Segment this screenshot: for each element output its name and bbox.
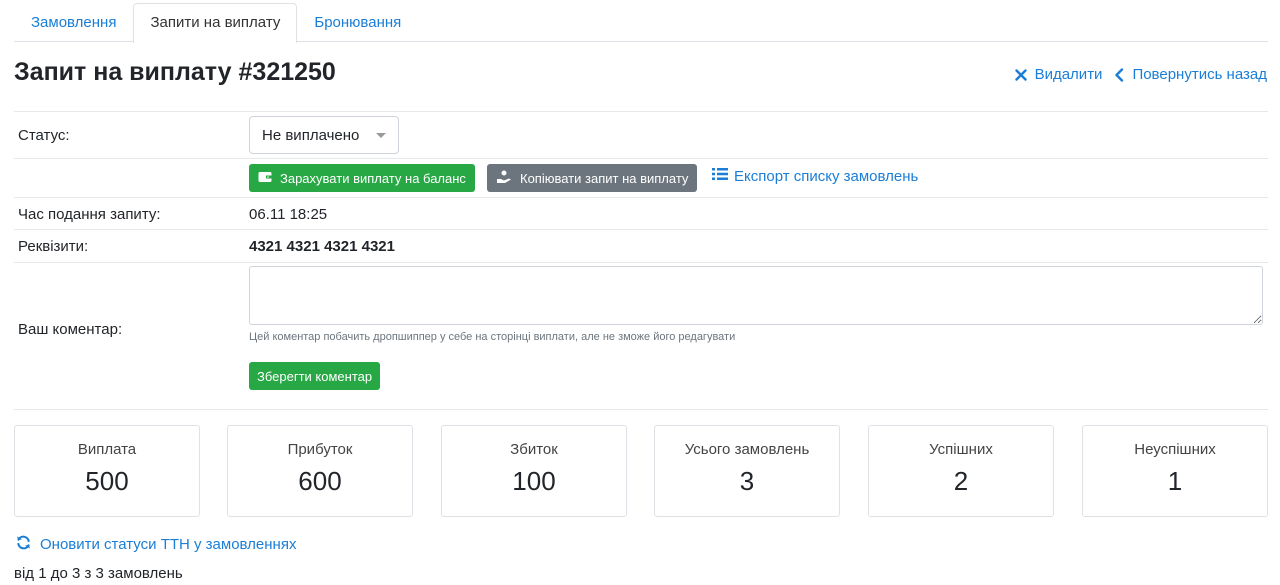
status-select[interactable]: Не виплачено bbox=[249, 116, 399, 154]
wallet-icon bbox=[258, 171, 272, 186]
status-selected-value: Не виплачено bbox=[262, 126, 360, 144]
page-title: Запит на виплату #321250 bbox=[14, 58, 336, 86]
caret-down-icon bbox=[376, 132, 386, 138]
list-icon bbox=[712, 167, 728, 185]
chevron-left-icon bbox=[1114, 67, 1124, 82]
stat-label: Виплата bbox=[77, 441, 137, 458]
copy-label: Копіювати запит на виплату bbox=[520, 170, 689, 186]
stat-card-profit: Прибуток 600 bbox=[227, 425, 413, 517]
close-icon bbox=[1014, 68, 1027, 81]
tab-orders[interactable]: Замовлення bbox=[14, 3, 133, 42]
stat-value: 2 bbox=[953, 466, 969, 496]
request-time-label: Час подання запиту: bbox=[18, 206, 161, 223]
back-label: Повернутись назад bbox=[1132, 66, 1267, 83]
stat-label: Збиток bbox=[510, 441, 558, 458]
divider bbox=[14, 229, 1268, 230]
requisites-label: Реквізити: bbox=[18, 238, 89, 255]
header-actions: Видалити Повернутись назад bbox=[1014, 66, 1267, 83]
refresh-icon bbox=[16, 535, 31, 554]
stat-card-unsuccessful: Неуспішних 1 bbox=[1082, 425, 1268, 517]
stat-label: Усього замовлень bbox=[684, 441, 810, 458]
stat-label: Прибуток bbox=[287, 441, 353, 458]
stat-label: Неуспішних bbox=[1134, 441, 1216, 458]
save-comment-button[interactable]: Зберегти коментар bbox=[249, 362, 381, 390]
back-button[interactable]: Повернутись назад bbox=[1114, 66, 1267, 83]
divider bbox=[14, 262, 1268, 263]
stat-label: Успішних bbox=[929, 441, 993, 458]
comment-textarea[interactable] bbox=[249, 266, 1263, 325]
pagination-summary: від 1 до 3 з 3 замовлень bbox=[14, 565, 183, 582]
divider bbox=[14, 409, 1268, 410]
refresh-ttn-statuses-link[interactable]: Оновити статуси ТТН у замовленнях bbox=[16, 535, 296, 554]
stat-card-total-orders: Усього замовлень 3 bbox=[654, 425, 840, 517]
stat-card-successful: Успішних 2 bbox=[868, 425, 1054, 517]
delete-label: Видалити bbox=[1034, 66, 1103, 83]
tab-bookings[interactable]: Бронювання bbox=[297, 3, 418, 42]
divider bbox=[14, 111, 1268, 112]
stat-value: 3 bbox=[739, 466, 755, 496]
requisites-value: 4321 4321 4321 4321 bbox=[249, 238, 395, 255]
hand-coin-icon bbox=[496, 170, 512, 187]
stat-value: 500 bbox=[85, 466, 129, 496]
stat-card-loss: Збиток 100 bbox=[441, 425, 627, 517]
copy-request-button[interactable]: Копіювати запит на виплату bbox=[487, 164, 698, 192]
divider bbox=[14, 197, 1268, 198]
status-label: Статус: bbox=[18, 127, 70, 144]
tab-bar: Замовлення Запити на виплату Бронювання bbox=[14, 3, 1268, 43]
refresh-label: Оновити статуси ТТН у замовленнях bbox=[40, 536, 297, 553]
comment-label: Ваш коментар: bbox=[18, 321, 123, 338]
stat-value: 600 bbox=[298, 466, 342, 496]
export-orders-link[interactable]: Експорт списку замовлень bbox=[712, 167, 918, 185]
stat-card-payout: Виплата 500 bbox=[14, 425, 200, 517]
stat-value: 1 bbox=[1167, 466, 1183, 496]
comment-hint: Цей коментар побачить дропшиппер у себе … bbox=[249, 331, 736, 343]
export-label: Експорт списку замовлень bbox=[734, 167, 919, 185]
divider bbox=[14, 158, 1268, 159]
credit-label: Зарахувати виплату на баланс bbox=[280, 170, 466, 186]
delete-button[interactable]: Видалити bbox=[1014, 66, 1103, 83]
request-time-value: 06.11 18:25 bbox=[249, 206, 328, 223]
credit-to-balance-button[interactable]: Зарахувати виплату на баланс bbox=[249, 164, 475, 192]
tab-payout-requests[interactable]: Запити на виплату bbox=[133, 3, 298, 43]
stat-value: 100 bbox=[512, 466, 556, 496]
